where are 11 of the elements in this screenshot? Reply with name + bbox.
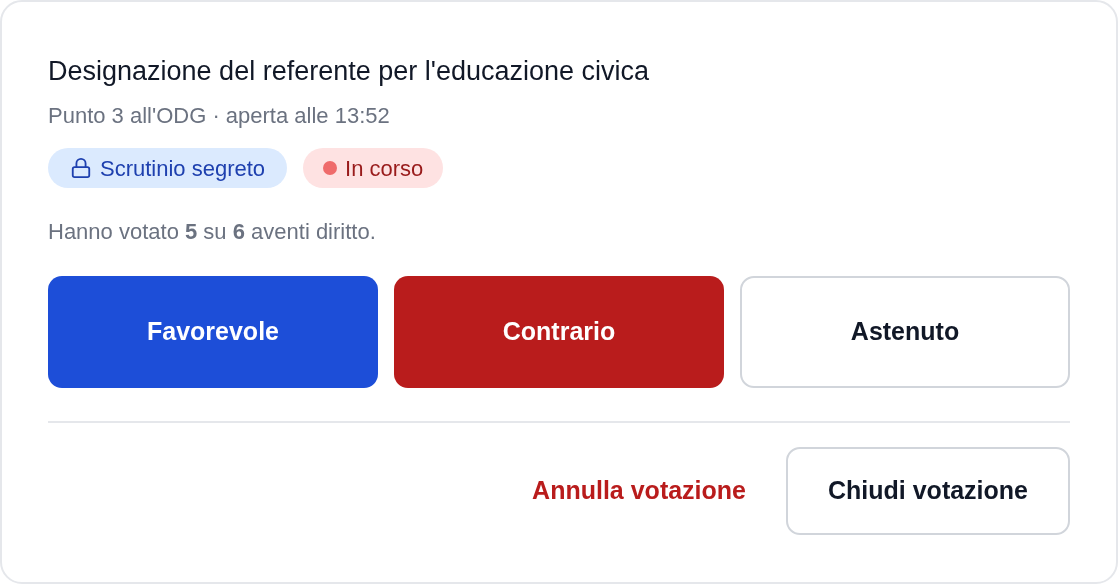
vote-title: Designazione del referente per l'educazione civica (48, 55, 650, 88)
favor-vote-button[interactable]: Favorevole (48, 276, 378, 388)
secret-ballot-badge: Scrutinio segreto (48, 148, 288, 188)
turnout-text: Hanno votato 5 su 6 aventi diritto. (48, 218, 377, 246)
against-vote-button[interactable]: Contrario (394, 276, 724, 388)
cancel-vote-link[interactable]: Annulla votazione (532, 472, 746, 510)
lock-icon (70, 157, 92, 179)
status-badge: In corso (303, 148, 444, 188)
vote-subtitle: Punto 3 all'ODG · aperta alle 13:52 (48, 102, 391, 130)
abstain-vote-button[interactable]: Astenuto (740, 276, 1070, 388)
close-vote-button[interactable]: Chiudi votazione (786, 447, 1070, 535)
